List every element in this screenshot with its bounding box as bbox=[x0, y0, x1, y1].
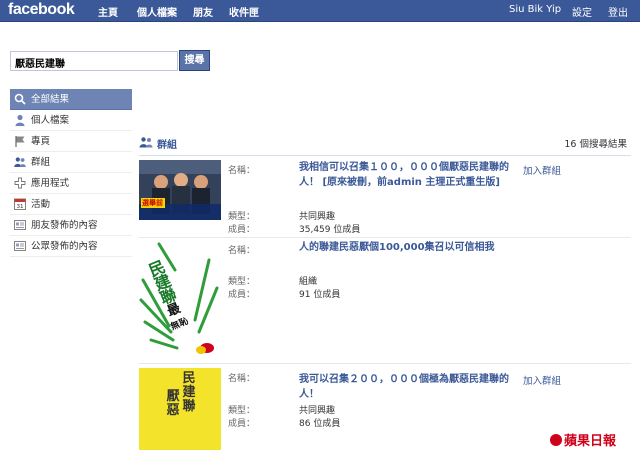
group-name-link[interactable]: 我可以召集２００，０００個極為厭惡民建聯的人！ bbox=[299, 372, 509, 402]
results-section-title[interactable]: 群組 bbox=[157, 136, 177, 151]
nav-home[interactable]: 主頁 bbox=[98, 4, 118, 19]
group-type: 共同興趣 bbox=[299, 406, 336, 416]
poster-char: 厭 bbox=[166, 389, 180, 404]
join-group-button[interactable]: 加入群組 bbox=[523, 163, 561, 177]
thumbnail-caption: 選舉前 bbox=[142, 199, 163, 207]
person-icon bbox=[15, 114, 25, 126]
group-thumbnail[interactable]: 民 建 聯 最 無恥 bbox=[139, 240, 221, 360]
search-filter-sidebar: 全部結果 個人檔案 專頁 群組 應用程式 31 活動 朋友發佈的內容 公眾發佈的… bbox=[10, 89, 132, 257]
page-icon bbox=[15, 136, 25, 147]
members-label: 成員： bbox=[228, 225, 256, 235]
calendar-icon: 31 bbox=[14, 198, 26, 210]
group-members: 86 位成員 bbox=[299, 419, 341, 429]
sidebar-item-label: 應用程式 bbox=[31, 178, 70, 189]
search-icon bbox=[14, 93, 26, 105]
sidebar-item-groups[interactable]: 群組 bbox=[10, 152, 132, 173]
search-button[interactable]: 搜尋 bbox=[179, 50, 210, 71]
plus-icon bbox=[14, 177, 26, 189]
name-label: 名稱： bbox=[228, 374, 256, 384]
results-count: 16 個搜尋結果 bbox=[564, 139, 627, 150]
nav-inbox[interactable]: 收件匣 bbox=[229, 4, 259, 19]
sidebar-item-public-posts[interactable]: 公眾發佈的內容 bbox=[10, 236, 132, 257]
name-label: 名稱： bbox=[228, 166, 256, 176]
members-label: 成員： bbox=[228, 290, 256, 300]
group-icon bbox=[14, 157, 26, 167]
sidebar-item-pages[interactable]: 專頁 bbox=[10, 131, 132, 152]
poster-text: 民 建 聯 厭 惡 bbox=[153, 372, 209, 448]
post-icon bbox=[14, 220, 26, 230]
search-input[interactable]: 厭惡民建聯 bbox=[10, 51, 178, 71]
sidebar-item-label: 公眾發佈的內容 bbox=[31, 241, 98, 252]
members-label: 成員： bbox=[228, 419, 256, 429]
group-name-link[interactable]: 人的聯建民惡厭個100,000集召以可信相我 bbox=[299, 240, 509, 255]
poster-char: 聯 bbox=[182, 399, 196, 414]
nav-profile[interactable]: 個人檔案 bbox=[137, 4, 177, 19]
facebook-logo[interactable]: facebook bbox=[8, 1, 75, 19]
apple-logo-icon bbox=[550, 434, 562, 446]
post-icon bbox=[14, 241, 26, 251]
sidebar-item-label: 活動 bbox=[31, 199, 51, 210]
poster-char: 民 bbox=[182, 371, 196, 386]
sidebar-item-label: 專頁 bbox=[31, 136, 51, 147]
sidebar-item-label: 個人檔案 bbox=[31, 115, 70, 126]
sidebar-item-label: 群組 bbox=[31, 157, 51, 168]
poster-char: 建 bbox=[182, 385, 196, 400]
sidebar-item-label: 朋友發佈的內容 bbox=[31, 220, 98, 231]
group-result: 民 建 聯 最 無恥 名稱： 人的聯建民惡厭個100,000集召以可信相我 類型… bbox=[139, 238, 631, 364]
type-label: 類型： bbox=[228, 406, 256, 416]
type-label: 類型： bbox=[228, 212, 256, 222]
group-photo bbox=[139, 160, 221, 220]
apple-daily-watermark: 蘋果日報 bbox=[550, 430, 616, 449]
sidebar-item-label: 全部結果 bbox=[31, 94, 70, 105]
nav-user-name[interactable]: Siu Bik Yip bbox=[509, 4, 561, 15]
type-label: 類型： bbox=[228, 277, 256, 287]
group-thumbnail[interactable]: 民 建 聯 厭 惡 bbox=[139, 368, 221, 450]
nav-settings[interactable]: 設定 bbox=[572, 4, 592, 19]
group-members: 35,459 位成員 bbox=[299, 225, 361, 235]
results-header: 群組 16 個搜尋結果 bbox=[139, 130, 631, 156]
watermark-text: 蘋果日報 bbox=[564, 434, 617, 449]
group-icon bbox=[139, 137, 153, 148]
group-thumbnail[interactable]: 選舉前 bbox=[139, 160, 221, 220]
sidebar-item-friends-posts[interactable]: 朋友發佈的內容 bbox=[10, 215, 132, 236]
nav-friends[interactable]: 朋友 bbox=[193, 4, 213, 19]
group-type: 組織 bbox=[299, 277, 318, 287]
sidebar-item-applications[interactable]: 應用程式 bbox=[10, 173, 132, 194]
name-label: 名稱： bbox=[228, 246, 256, 256]
group-name-link[interactable]: 我相信可以召集１００，０００個厭惡民建聯的人！ [原來被刪，前admin 主理正… bbox=[299, 160, 509, 190]
svg-text:31: 31 bbox=[17, 204, 24, 210]
group-members: 91 位成員 bbox=[299, 290, 341, 300]
poster-char: 惡 bbox=[166, 403, 180, 418]
top-navigation-bar: facebook 主頁 個人檔案 朋友 收件匣 Siu Bik Yip 設定 登… bbox=[0, 0, 640, 22]
sidebar-item-all-results[interactable]: 全部結果 bbox=[10, 89, 132, 110]
group-result: 選舉前 名稱： 我相信可以召集１００，０００個厭惡民建聯的人！ [原來被刪，前a… bbox=[139, 158, 631, 238]
group-type: 共同興趣 bbox=[299, 212, 336, 222]
sidebar-item-profiles[interactable]: 個人檔案 bbox=[10, 110, 132, 131]
nav-logout[interactable]: 登出 bbox=[608, 4, 628, 19]
join-group-button[interactable]: 加入群組 bbox=[523, 373, 561, 387]
sidebar-item-events[interactable]: 31 活動 bbox=[10, 194, 132, 215]
